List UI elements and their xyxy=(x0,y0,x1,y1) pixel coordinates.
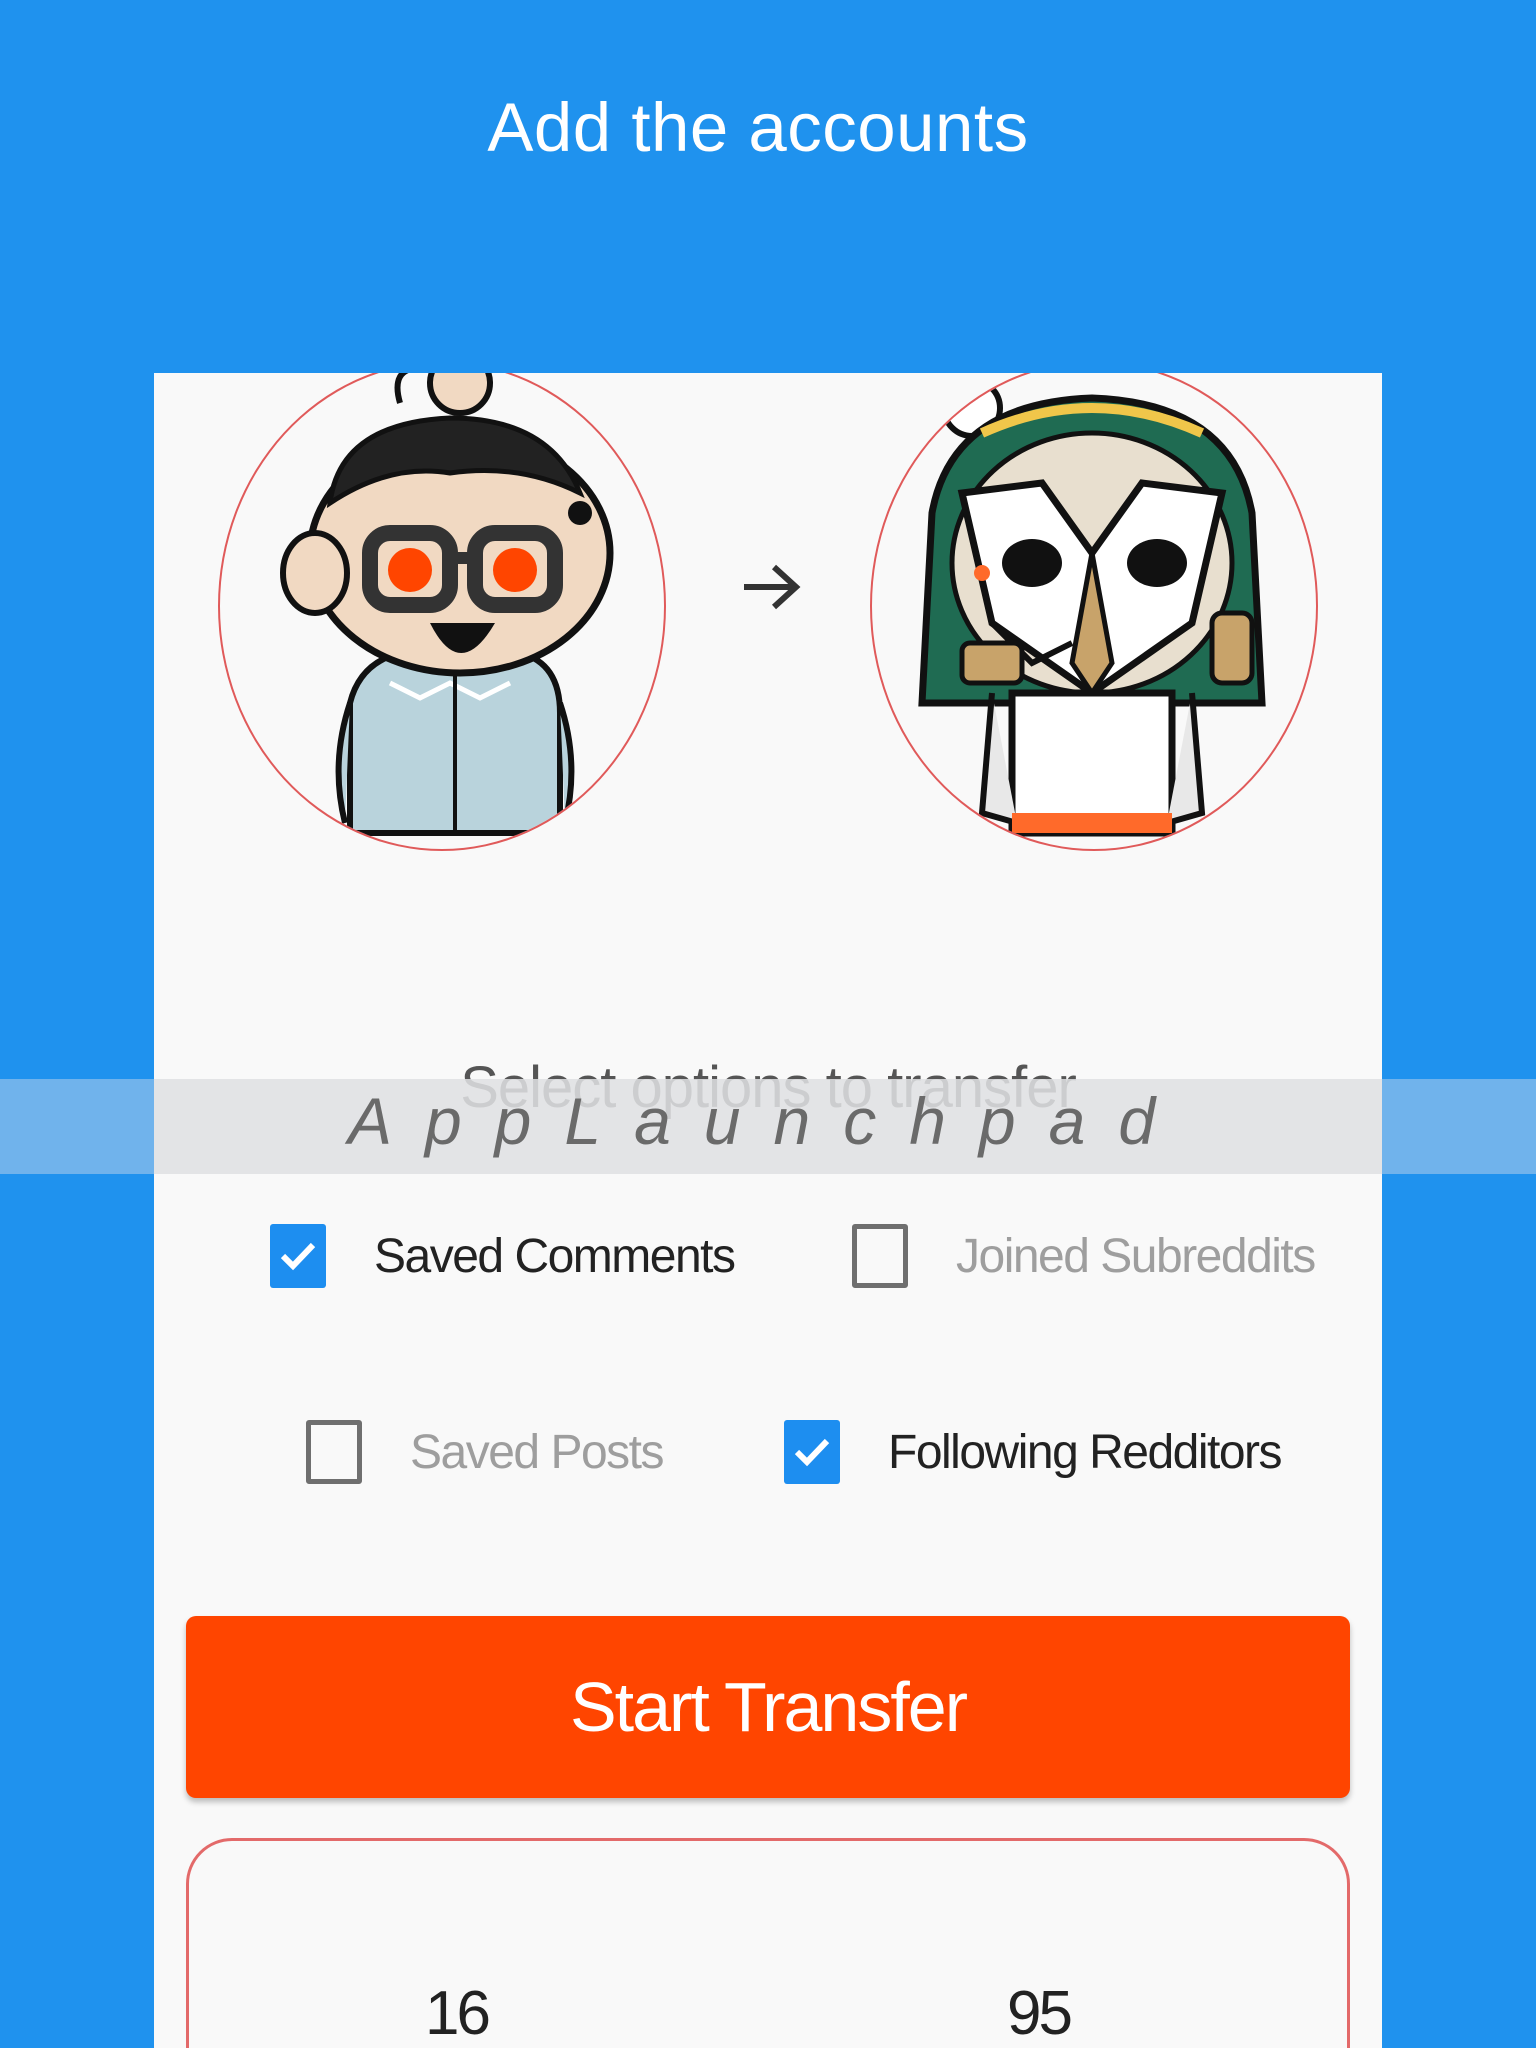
option-following-redditors[interactable]: Following Redditors xyxy=(784,1417,1283,1487)
option-joined-subreddits[interactable]: Joined Subreddits xyxy=(852,1221,1316,1291)
option-label: Saved Posts xyxy=(410,1425,664,1479)
option-label: Saved Comments xyxy=(374,1229,736,1283)
stat-right-value: 95 xyxy=(1007,1979,1073,2048)
option-label: Joined Subreddits xyxy=(956,1229,1316,1283)
checkbox-checked[interactable] xyxy=(784,1420,840,1484)
start-transfer-button[interactable]: Start Transfer xyxy=(186,1616,1350,1798)
reddit-avatar-glasses-icon xyxy=(280,373,614,836)
destination-account-avatar[interactable] xyxy=(870,373,1318,851)
watermark-text: AppLaunchpad xyxy=(347,1084,1189,1158)
checkmark-icon xyxy=(280,1242,316,1271)
source-account-avatar[interactable] xyxy=(218,373,666,851)
option-saved-comments[interactable]: Saved Comments xyxy=(270,1221,736,1291)
checkmark-icon xyxy=(794,1438,830,1467)
checkbox-unchecked[interactable] xyxy=(306,1420,362,1484)
transfer-card: Select options to transfer Saved Comment… xyxy=(154,373,1382,2048)
checkbox-unchecked[interactable] xyxy=(852,1224,908,1288)
transfer-stats-panel: 16 95 xyxy=(186,1838,1350,2048)
reddit-avatar-owl-mask-icon xyxy=(918,377,1266,837)
stat-left-value: 16 xyxy=(425,1979,491,2048)
option-label: Following Redditors xyxy=(888,1425,1283,1479)
arrow-right-icon xyxy=(744,564,801,610)
screen-headline: Add the accounts xyxy=(487,89,1029,166)
option-saved-posts[interactable]: Saved Posts xyxy=(306,1417,664,1487)
checkbox-checked[interactable] xyxy=(270,1224,326,1288)
